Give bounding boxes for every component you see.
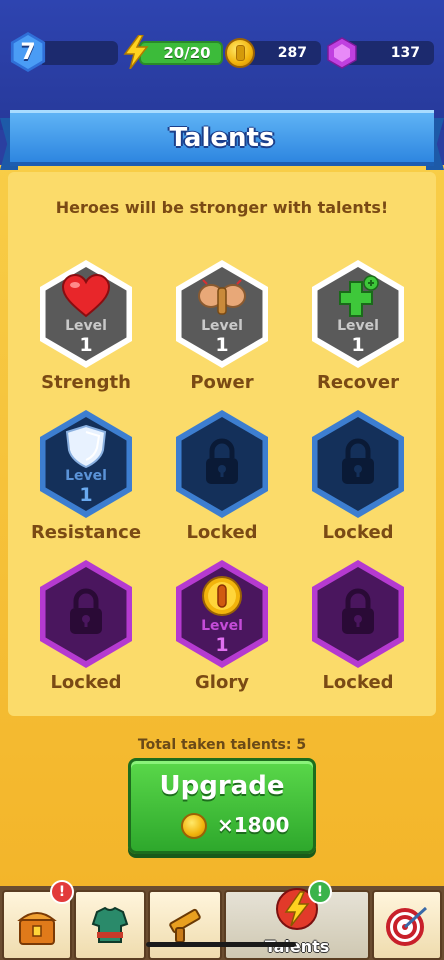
upgrade-cost: ×1800: [217, 813, 290, 837]
armor-icon: [91, 906, 129, 943]
xp-bar: [42, 41, 118, 65]
lock-icon: [206, 438, 238, 484]
talent-level-value: 1: [79, 334, 93, 356]
upgrade-button[interactable]: Upgrade ×1800: [128, 758, 316, 854]
talent-name: Locked: [322, 672, 394, 693]
lock-icon: [342, 588, 374, 634]
nav-missions[interactable]: [372, 890, 442, 960]
talent-strength[interactable]: Level 1 Strength: [31, 260, 141, 400]
bottom-nav: ! ! Talents: [0, 880, 444, 960]
talent-power[interactable]: Level 1 Power: [167, 260, 277, 400]
title-banner: Talents: [0, 110, 444, 176]
talent-level-label: Level: [65, 468, 107, 484]
nav-weapons[interactable]: [148, 890, 222, 960]
talent-name: Locked: [186, 522, 258, 543]
talent-glory[interactable]: Level 1 Glory: [167, 560, 277, 700]
home-indicator: [146, 942, 296, 947]
nav-talents[interactable]: ! Talents: [224, 880, 370, 960]
plus-icon: [339, 275, 379, 317]
banner-body: Talents: [10, 110, 434, 166]
gem-icon: [327, 37, 357, 69]
talent-locked[interactable]: Locked: [31, 560, 141, 700]
talent-name: Recover: [317, 372, 399, 393]
talent-locked[interactable]: Locked: [303, 560, 413, 700]
talent-level-label: Level: [65, 318, 107, 334]
talent-name: Locked: [322, 522, 394, 543]
energy-value: 20/20: [139, 41, 223, 65]
chest-icon: [17, 912, 57, 945]
resource-bar: 7 20/20 287 137: [0, 30, 444, 78]
talent-resistance[interactable]: Level 1 Resistance: [31, 410, 141, 550]
energy-counter[interactable]: 20/20: [123, 35, 223, 69]
heart-icon: [61, 274, 111, 318]
player-level-value: 7: [20, 39, 36, 65]
panel-subtitle: Heroes will be stronger with talents!: [55, 198, 389, 217]
talent-name: Locked: [50, 672, 122, 693]
upgrade-label: Upgrade: [159, 771, 285, 801]
gold-coin-icon: [202, 576, 242, 616]
talent-name: Power: [190, 372, 254, 393]
talent-name: Resistance: [30, 522, 142, 543]
lock-icon: [70, 588, 102, 634]
lightning-bolt-icon: [123, 35, 149, 69]
talent-locked[interactable]: Locked: [167, 410, 277, 550]
talents-panel: Heroes will be stronger with talents! Le…: [8, 172, 436, 716]
lock-icon: [342, 438, 374, 484]
shield-icon: [65, 424, 107, 468]
talent-locked[interactable]: Locked: [303, 410, 413, 550]
talent-name: Strength: [41, 372, 131, 393]
alert-badge: !: [50, 880, 74, 904]
coin-icon: [225, 38, 255, 68]
coin-counter[interactable]: 287: [225, 38, 321, 68]
talent-level-value: 1: [215, 634, 229, 656]
talent-level-label: Level: [201, 618, 243, 634]
talent-name: Glory: [195, 672, 249, 693]
talent-level-label: Level: [337, 318, 379, 334]
talent-recover[interactable]: Level 1 Recover: [303, 260, 413, 400]
talent-level-value: 1: [215, 334, 229, 356]
nav-equipment[interactable]: [74, 890, 146, 960]
total-taken-talents: Total taken talents: 5: [137, 737, 307, 753]
nav-shop[interactable]: !: [2, 880, 74, 960]
player-level-badge[interactable]: 7: [10, 32, 46, 72]
talent-level-value: 1: [79, 484, 93, 506]
talent-level-value: 1: [351, 334, 365, 356]
fist-icon: [198, 279, 246, 315]
coin-icon: [181, 813, 207, 839]
alert-badge: !: [308, 880, 332, 904]
page-title: Talents: [169, 122, 275, 153]
talent-level-label: Level: [201, 318, 243, 334]
gem-counter[interactable]: 137: [326, 37, 434, 69]
target-icon: [386, 906, 428, 946]
